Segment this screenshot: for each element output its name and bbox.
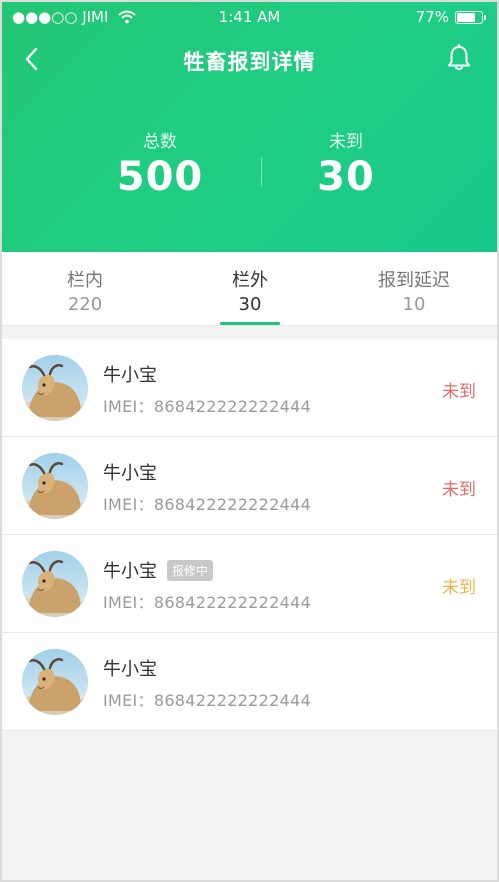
animal-name: 牛小宝 — [103, 659, 157, 680]
list-item[interactable]: 牛小宝 报修中 IMEI：868422222222444 未到 — [2, 535, 497, 633]
name-line: 牛小宝 — [103, 459, 157, 485]
imei-text: IMEI：868422222222444 — [103, 691, 312, 710]
tab-label: 栏内 — [67, 270, 103, 291]
total-value: 500 — [116, 154, 204, 200]
avatar — [22, 355, 88, 421]
missing-label: 未到 — [329, 132, 363, 152]
navigation-bar: 牲畜报到详情 — [2, 32, 497, 88]
tab-out-of-pen[interactable]: 栏外 30 — [190, 266, 310, 315]
status-label: 未到 — [442, 480, 476, 500]
status-label: 未到 — [442, 578, 476, 598]
app-screen: ●●●○○ JIMI 1:41 AM 77% 牲畜报到详情 总数 500 未到 … — [0, 0, 499, 882]
tab-count: 10 — [402, 294, 426, 315]
active-tab-indicator — [220, 322, 280, 325]
notification-button[interactable] — [443, 42, 475, 74]
name-line: 牛小宝 报修中 — [103, 557, 214, 583]
tab-bar: 栏内 220 栏外 30 报到延迟 10 — [2, 252, 497, 326]
avatar — [22, 551, 88, 617]
tab-in-pen[interactable]: 栏内 220 — [25, 266, 145, 315]
livestock-list: 牛小宝 IMEI：868422222222444 未到 牛小宝 IMEI：868422… — [2, 339, 497, 731]
battery-icon — [455, 10, 486, 24]
battery-status: 77% — [415, 8, 486, 26]
tab-label: 报到延迟 — [378, 270, 450, 291]
summary-stats: 总数 500 未到 30 — [2, 127, 497, 217]
page-title: 牲畜报到详情 — [183, 50, 316, 74]
animal-name: 牛小宝 — [103, 561, 157, 582]
avatar — [22, 453, 88, 519]
bell-icon — [448, 44, 470, 71]
battery-fill — [457, 12, 476, 22]
imei-text: IMEI：868422222222444 — [103, 495, 312, 514]
missing-stat: 未到 30 — [266, 127, 426, 200]
battery-percent: 77% — [415, 8, 449, 26]
stat-divider — [261, 157, 262, 187]
name-line: 牛小宝 — [103, 361, 157, 387]
missing-value: 30 — [317, 154, 375, 200]
imei-text: IMEI：868422222222444 — [103, 397, 312, 416]
repair-badge: 报修中 — [167, 559, 214, 581]
tab-count: 220 — [67, 294, 103, 315]
imei-text: IMEI：868422222222444 — [103, 593, 312, 612]
list-item[interactable]: 牛小宝 IMEI：868422222222444 未到 — [2, 339, 497, 437]
status-label: 未到 — [442, 382, 476, 402]
status-bar: ●●●○○ JIMI 1:41 AM 77% — [2, 2, 497, 32]
avatar — [22, 649, 88, 715]
animal-name: 牛小宝 — [103, 463, 157, 484]
list-item[interactable]: 牛小宝 IMEI：868422222222444 未到 — [2, 437, 497, 535]
list-item[interactable]: 牛小宝 IMEI：868422222222444 — [2, 633, 497, 731]
total-stat: 总数 500 — [80, 127, 240, 200]
animal-name: 牛小宝 — [103, 365, 157, 386]
tab-label: 栏外 — [232, 270, 268, 291]
header-banner: ●●●○○ JIMI 1:41 AM 77% 牲畜报到详情 总数 500 未到 … — [2, 2, 497, 252]
name-line: 牛小宝 — [103, 655, 157, 681]
tab-count: 30 — [238, 294, 262, 315]
total-label: 总数 — [143, 132, 177, 152]
tab-report-delay[interactable]: 报到延迟 10 — [354, 266, 474, 315]
